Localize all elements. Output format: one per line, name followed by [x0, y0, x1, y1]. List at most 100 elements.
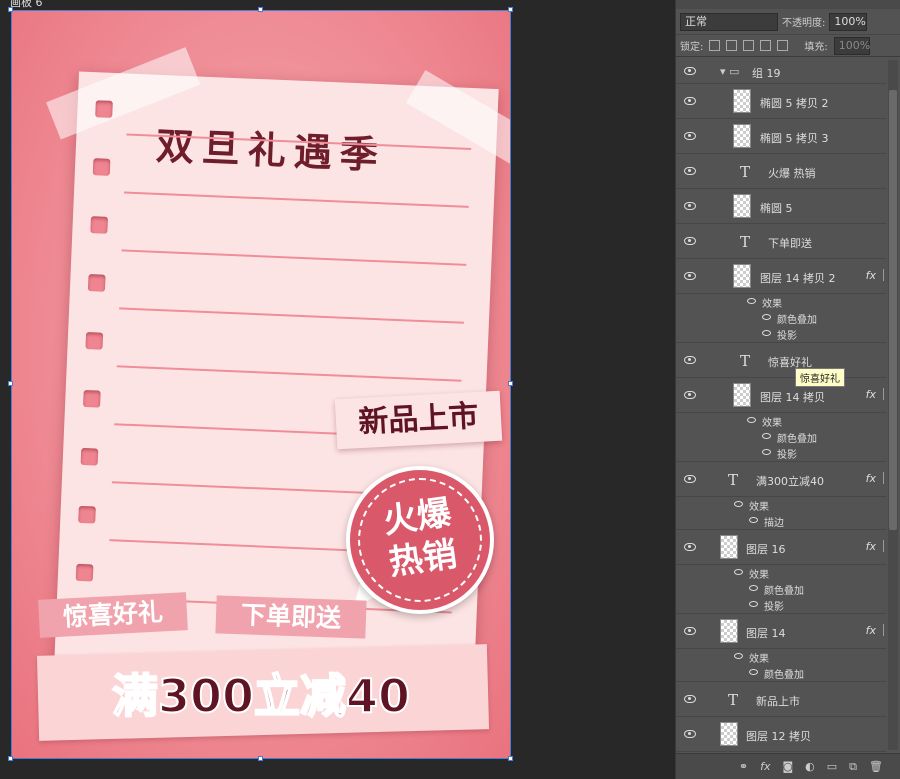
effects-row: 效果: [676, 649, 886, 665]
expand-caret-icon[interactable]: [878, 269, 884, 281]
visibility-eye-icon[interactable]: [684, 391, 696, 399]
layer-thumbnail: [720, 619, 738, 643]
layer-row[interactable]: T 新品上市: [676, 682, 886, 717]
visibility-eye-icon[interactable]: [684, 67, 696, 75]
order-ribbon: 下单即送: [215, 595, 367, 639]
layer-row[interactable]: 图层 14 拷贝 2 fx: [676, 259, 886, 294]
visibility-eye-icon[interactable]: [684, 730, 696, 738]
eye-icon[interactable]: [747, 298, 756, 304]
layer-row[interactable]: 图层 14 拷贝 fx: [676, 378, 886, 413]
adjustment-icon[interactable]: ◐: [805, 760, 815, 773]
document-tab[interactable]: 画板 6: [10, 0, 43, 10]
lock-brush-icon[interactable]: [726, 40, 738, 51]
lock-move-icon[interactable]: [743, 40, 755, 51]
visibility-eye-icon[interactable]: [684, 356, 696, 364]
expand-caret-icon[interactable]: [878, 388, 884, 400]
visibility-eye-icon[interactable]: [684, 167, 696, 175]
link-icon[interactable]: ⚭: [739, 760, 748, 773]
opacity-field[interactable]: 100%: [829, 12, 868, 31]
visibility-eye-icon[interactable]: [684, 237, 696, 245]
layer-row[interactable]: T 火爆 热销: [676, 154, 886, 189]
layer-row[interactable]: 图层 14 fx: [676, 614, 886, 649]
visibility-eye-icon[interactable]: [684, 272, 696, 280]
expand-caret-icon[interactable]: [878, 624, 884, 636]
layer-row[interactable]: 图层 12 拷贝: [676, 717, 886, 752]
visibility-eye-icon[interactable]: [684, 543, 696, 551]
fx-badge[interactable]: fx: [866, 269, 876, 282]
transform-handle[interactable]: [8, 7, 13, 12]
visibility-eye-icon[interactable]: [684, 97, 696, 105]
layer-row[interactable]: T 满300立减40 fx: [676, 462, 886, 497]
blend-mode-row: 正常 不透明度: 100%: [676, 9, 900, 35]
visibility-eye-icon[interactable]: [684, 695, 696, 703]
effect-name: 投影: [777, 331, 797, 342]
eye-icon[interactable]: [749, 669, 758, 675]
eye-icon[interactable]: [762, 314, 771, 320]
note-hole: [92, 158, 111, 176]
layers-scrollbar[interactable]: [888, 60, 898, 750]
transform-handle[interactable]: [8, 381, 13, 386]
effects-label: 效果: [762, 418, 782, 429]
folder-icon: ▾ ▭: [720, 65, 740, 78]
eye-icon[interactable]: [749, 601, 758, 607]
layer-row[interactable]: T 下单即送: [676, 224, 886, 259]
folder-icon[interactable]: ▭: [827, 760, 837, 773]
photoshop-window: 画板 6 双旦礼遇季 新品上市 火爆 热销 惊喜好礼 下单即送 满300立减40…: [0, 0, 900, 779]
layer-row[interactable]: 图层 16 fx: [676, 530, 886, 565]
layers-panel: 正常 不透明度: 100% 锁定: 填充: 100% ▾ ▭ 组 19 椭圆 5…: [675, 0, 900, 779]
eye-icon[interactable]: [747, 417, 756, 423]
note-line: [123, 191, 469, 208]
eye-icon[interactable]: [762, 449, 771, 455]
fx-badge[interactable]: fx: [866, 540, 876, 553]
fx-badge[interactable]: fx: [866, 472, 876, 485]
effects-label: 效果: [762, 299, 782, 310]
visibility-eye-icon[interactable]: [684, 475, 696, 483]
layer-row[interactable]: 椭圆 5 拷贝 3: [676, 119, 886, 154]
blend-mode-select[interactable]: 正常: [680, 12, 778, 31]
lock-artboard-icon[interactable]: [760, 40, 772, 51]
eye-icon[interactable]: [749, 585, 758, 591]
eye-icon[interactable]: [734, 501, 743, 507]
layer-row[interactable]: 椭圆 5 拷贝 2: [676, 84, 886, 119]
fx-badge[interactable]: fx: [866, 624, 876, 637]
text-layer-icon: T: [740, 233, 751, 251]
note-line: [121, 249, 467, 266]
expand-caret-icon[interactable]: [878, 472, 884, 484]
fx-icon[interactable]: fx: [760, 760, 770, 773]
transform-handle[interactable]: [508, 756, 513, 761]
layer-row[interactable]: 椭圆 5: [676, 189, 886, 224]
scrollbar-thumb[interactable]: [889, 90, 897, 530]
effect-row: 颜色叠加: [676, 665, 886, 682]
artboard[interactable]: 双旦礼遇季 新品上市 火爆 热销 惊喜好礼 下单即送 满300立减40: [11, 10, 511, 759]
eye-icon[interactable]: [749, 517, 758, 523]
transform-handle[interactable]: [8, 756, 13, 761]
visibility-eye-icon[interactable]: [684, 202, 696, 210]
layer-row[interactable]: T 惊喜好礼: [676, 343, 886, 378]
transform-handle[interactable]: [508, 7, 513, 12]
layer-name: 火爆 热销: [768, 167, 816, 180]
visibility-eye-icon[interactable]: [684, 132, 696, 140]
effects-label: 效果: [749, 570, 769, 581]
lock-all-icon[interactable]: [777, 40, 789, 51]
layer-name: 图层 14: [746, 627, 786, 640]
trash-icon[interactable]: 🗑: [869, 760, 883, 773]
lock-transparent-icon[interactable]: [709, 40, 721, 51]
transform-handle[interactable]: [258, 7, 263, 12]
hot-sale-badge: 火爆 热销: [346, 466, 494, 614]
layer-row-group[interactable]: ▾ ▭ 组 19: [676, 59, 886, 84]
transform-handle[interactable]: [258, 756, 263, 761]
eye-icon[interactable]: [762, 330, 771, 336]
text-layer-icon: T: [740, 163, 751, 181]
mask-icon[interactable]: ◙: [782, 760, 793, 773]
eye-icon[interactable]: [734, 653, 743, 659]
fx-badge[interactable]: fx: [866, 388, 876, 401]
effects-row: 效果: [676, 413, 886, 429]
eye-icon[interactable]: [762, 433, 771, 439]
layer-thumbnail: [733, 89, 751, 113]
eye-icon[interactable]: [734, 569, 743, 575]
visibility-eye-icon[interactable]: [684, 627, 696, 635]
expand-caret-icon[interactable]: [878, 540, 884, 552]
fill-field[interactable]: 100%: [833, 36, 870, 55]
transform-handle[interactable]: [508, 381, 513, 386]
new-layer-icon[interactable]: ⧉: [849, 760, 857, 774]
